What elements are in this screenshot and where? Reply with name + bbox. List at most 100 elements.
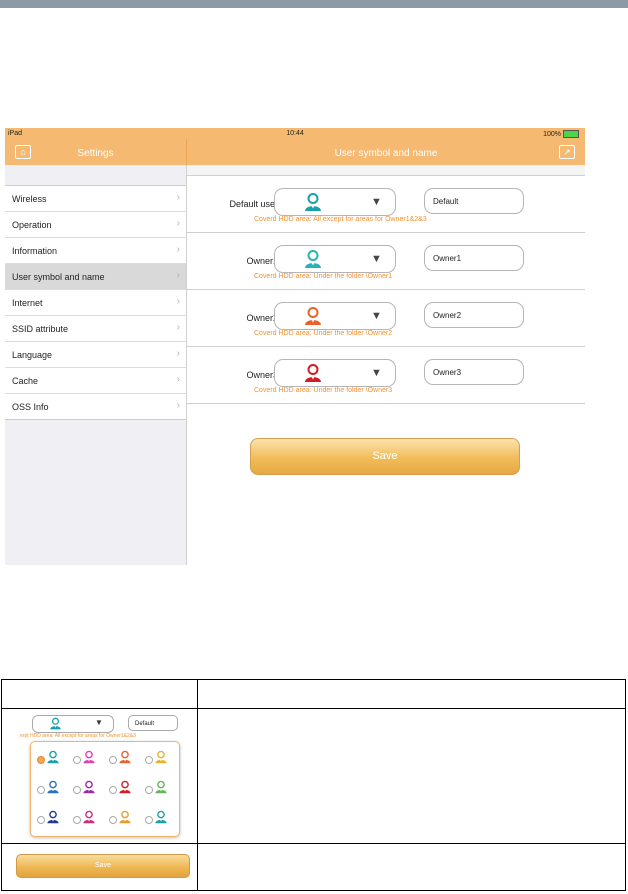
user-avatar-icon [50, 717, 61, 730]
sidebar-item[interactable]: Internet › [5, 290, 186, 316]
icon-option[interactable] [37, 810, 63, 832]
dropdown-arrow-icon: ▼ [371, 253, 382, 265]
ipad-screenshot: iPad 10:44 100% ⌂ Settings User symbol a… [5, 128, 585, 565]
user-avatar-icon [303, 306, 323, 331]
sidebar-item[interactable]: Wireless › [5, 186, 186, 212]
user-avatar-icon [83, 750, 95, 764]
icon-option[interactable] [109, 810, 135, 832]
user-row: Owner1 ▼ Owner1 Coverd HDD area: Under the … [187, 233, 585, 290]
covered-area-text: Coverd HDD area: Under the folder \Owner… [254, 387, 393, 394]
dropdown-arrow-icon: ▼ [371, 367, 382, 379]
sidebar-item-label: User symbol and name [12, 272, 105, 282]
dropdown-arrow-icon: ▼ [95, 718, 103, 727]
sidebar-item[interactable]: OSS Info › [5, 394, 186, 419]
user-avatar-icon [118, 810, 132, 829]
sidebar-item-label: SSID attribute [12, 324, 69, 334]
sidebar-item[interactable]: Language › [5, 342, 186, 368]
save-button[interactable]: Save [250, 438, 520, 475]
dropdown-arrow-icon: ▼ [371, 196, 382, 208]
icon-grid [30, 741, 180, 837]
user-avatar-icon [47, 780, 59, 794]
section-header [187, 165, 585, 176]
icon-picker-example: ▼ Default erpt HDD area: All except for … [20, 715, 183, 837]
sidebar-item[interactable]: Operation › [5, 212, 186, 238]
chevron-right-icon: › [176, 244, 180, 255]
sidebar-item-label: Cache [12, 376, 39, 386]
user-row: Default user ▼ Default Coverd HDD area: All… [187, 176, 585, 233]
radio-button[interactable] [145, 756, 153, 764]
icon-select[interactable]: ▼ [32, 715, 114, 733]
radio-button[interactable] [37, 756, 45, 764]
radio-button[interactable] [37, 786, 45, 794]
user-avatar-icon [83, 780, 95, 794]
radio-button[interactable] [73, 786, 81, 794]
battery-indicator: 100% [543, 130, 579, 138]
radio-button[interactable] [109, 786, 117, 794]
user-avatar-icon [305, 250, 321, 268]
user-avatar-icon [305, 364, 321, 382]
name-field[interactable]: Default [128, 715, 178, 731]
symbol-select[interactable]: ▼ [274, 359, 396, 387]
user-avatar-icon [303, 249, 323, 274]
symbol-select[interactable]: ▼ [274, 245, 396, 273]
user-avatar-icon [118, 780, 132, 799]
sidebar-item[interactable]: Cache › [5, 368, 186, 394]
user-avatar-icon [154, 750, 168, 769]
radio-button[interactable] [109, 816, 117, 824]
detail-nav-bar: User symbol and name ↗ [187, 139, 585, 165]
user-avatar-icon [119, 810, 131, 824]
chevron-right-icon: › [176, 192, 180, 203]
icon-option[interactable] [73, 750, 99, 772]
icon-option[interactable] [109, 750, 135, 772]
user-avatar-icon [303, 363, 323, 388]
user-avatar-icon [155, 750, 167, 764]
user-avatar-icon [47, 750, 59, 764]
user-avatar-icon [82, 750, 96, 769]
chevron-right-icon: › [176, 348, 180, 359]
user-avatar-icon [119, 750, 131, 764]
status-bar: iPad 10:44 100% [5, 128, 585, 139]
radio-button[interactable] [109, 756, 117, 764]
sidebar-item[interactable]: Information › [5, 238, 186, 264]
symbol-select[interactable]: ▼ [274, 188, 396, 216]
user-avatar-icon [155, 780, 167, 794]
radio-button[interactable] [145, 786, 153, 794]
user-name-field[interactable]: Owner2 [424, 302, 524, 328]
user-avatar-icon [303, 192, 323, 217]
share-icon[interactable]: ↗ [559, 145, 575, 159]
user-avatar-icon [154, 810, 168, 829]
icon-option[interactable] [145, 780, 171, 802]
save-button-example[interactable]: Save [16, 854, 190, 878]
user-avatar-icon [154, 780, 168, 799]
sidebar-item-label: Internet [12, 298, 43, 308]
icon-option[interactable] [73, 780, 99, 802]
user-avatar-icon [83, 810, 95, 824]
radio-button[interactable] [37, 816, 45, 824]
user-avatar-icon [46, 810, 60, 829]
icon-option[interactable] [145, 750, 171, 772]
user-name-field[interactable]: Owner1 [424, 245, 524, 271]
icon-option[interactable] [73, 810, 99, 832]
radio-button[interactable] [73, 756, 81, 764]
user-avatar-icon [46, 750, 60, 769]
row-divider [2, 708, 625, 709]
radio-button[interactable] [73, 816, 81, 824]
icon-option[interactable] [109, 780, 135, 802]
sidebar-item[interactable]: SSID attribute › [5, 316, 186, 342]
sidebar-item-label: Operation [12, 220, 52, 230]
user-avatar-icon [82, 810, 96, 829]
user-name-field[interactable]: Owner3 [424, 359, 524, 385]
symbol-select[interactable]: ▼ [274, 302, 396, 330]
icon-option[interactable] [37, 780, 63, 802]
chevron-right-icon: › [176, 400, 180, 411]
battery-icon [563, 130, 579, 138]
user-settings-panel: Default user ▼ Default Coverd HDD area: All… [187, 165, 585, 565]
chevron-right-icon: › [176, 322, 180, 333]
sidebar-item-label: Language [12, 350, 53, 360]
user-avatar-icon [155, 810, 167, 824]
icon-option[interactable] [37, 750, 63, 772]
user-name-field[interactable]: Default [424, 188, 524, 214]
radio-button[interactable] [145, 816, 153, 824]
sidebar-item[interactable]: User symbol and name › [5, 264, 186, 290]
icon-option[interactable] [145, 810, 171, 832]
